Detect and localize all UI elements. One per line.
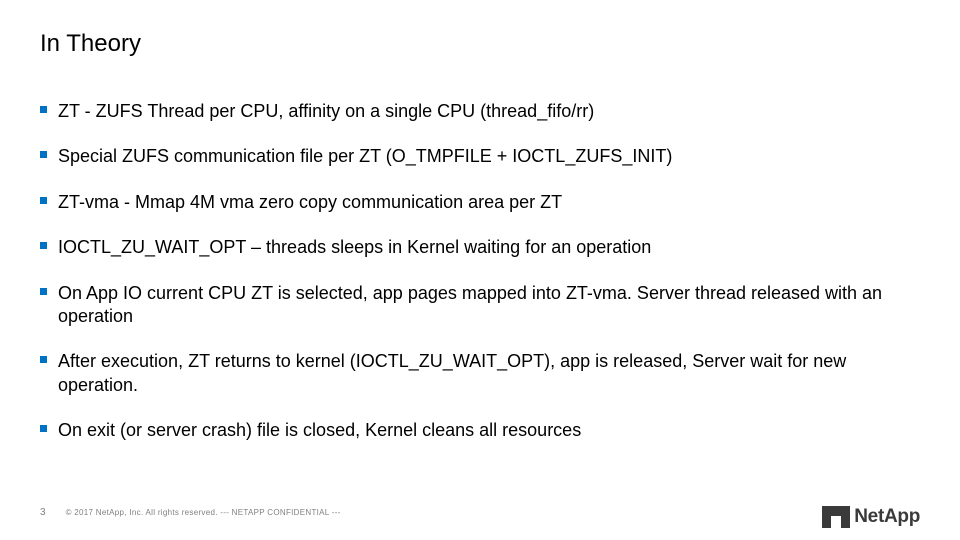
list-item: On App IO current CPU ZT is selected, ap… xyxy=(40,282,920,329)
footer: 3 © 2017 NetApp, Inc. All rights reserve… xyxy=(0,500,960,524)
page-number: 3 xyxy=(40,507,46,518)
list-item: Special ZUFS communication file per ZT (… xyxy=(40,145,920,168)
slide: In Theory ZT - ZUFS Thread per CPU, affi… xyxy=(0,0,960,540)
bullet-list: ZT - ZUFS Thread per CPU, affinity on a … xyxy=(40,100,920,443)
netapp-icon xyxy=(822,506,850,528)
copyright-text: © 2017 NetApp, Inc. All rights reserved.… xyxy=(66,508,341,517)
brand-name: NetApp xyxy=(854,506,920,528)
list-item: After execution, ZT returns to kernel (I… xyxy=(40,350,920,397)
brand-logo: NetApp xyxy=(822,506,920,528)
page-title: In Theory xyxy=(40,30,920,58)
list-item: On exit (or server crash) file is closed… xyxy=(40,419,920,442)
list-item: IOCTL_ZU_WAIT_OPT – threads sleeps in Ke… xyxy=(40,236,920,259)
list-item: ZT-vma - Mmap 4M vma zero copy communica… xyxy=(40,191,920,214)
list-item: ZT - ZUFS Thread per CPU, affinity on a … xyxy=(40,100,920,123)
